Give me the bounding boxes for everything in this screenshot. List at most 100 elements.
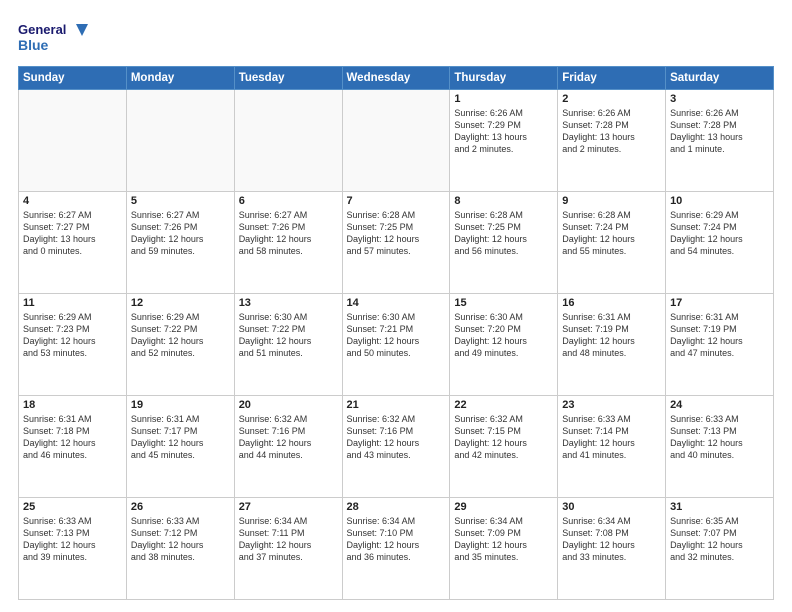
header: General Blue — [18, 18, 774, 56]
day-number: 14 — [347, 297, 446, 309]
day-number: 13 — [239, 297, 338, 309]
day-number: 25 — [23, 501, 122, 513]
calendar-cell: 18 Sunrise: 6:31 AM Sunset: 7:18 PM Dayli… — [19, 396, 127, 498]
calendar-cell: 11Sunrise: 6:29 AM Sunset: 7:23 PM Dayli… — [19, 294, 127, 396]
calendar-cell: 26 Sunrise: 6:33 AM Sunset: 7:12 PM Dayli… — [126, 498, 234, 600]
day-info: Sunrise: 6:31 AM Sunset: 7:18 PM Dayligh… — [23, 413, 122, 462]
day-info: Sunrise: 6:33 AM Sunset: 7:13 PM Dayligh… — [670, 413, 769, 462]
day-number: 11 — [23, 297, 122, 309]
calendar-cell: 25Sunrise: 6:33 AM Sunset: 7:13 PM Dayli… — [19, 498, 127, 600]
day-info: Sunrise: 6:28 AM Sunset: 7:24 PM Dayligh… — [562, 209, 661, 258]
calendar-cell — [342, 90, 450, 192]
calendar-header-friday: Friday — [558, 67, 666, 90]
calendar-cell: 15Sunrise: 6:30 AM Sunset: 7:20 PM Dayli… — [450, 294, 558, 396]
day-number: 6 — [239, 195, 338, 207]
calendar-header-tuesday: Tuesday — [234, 67, 342, 90]
day-info: Sunrise: 6:30 AM Sunset: 7:20 PM Dayligh… — [454, 311, 553, 360]
day-info: Sunrise: 6:34 AM Sunset: 7:08 PM Dayligh… — [562, 515, 661, 564]
day-number: 19 — [131, 399, 230, 411]
day-number: 10 — [670, 195, 769, 207]
day-number: 3 — [670, 93, 769, 105]
day-info: Sunrise: 6:34 AM Sunset: 7:11 PM Dayligh… — [239, 515, 338, 564]
day-number: 5 — [131, 195, 230, 207]
day-info: Sunrise: 6:31 AM Sunset: 7:19 PM Dayligh… — [562, 311, 661, 360]
day-info: Sunrise: 6:28 AM Sunset: 7:25 PM Dayligh… — [347, 209, 446, 258]
day-info: Sunrise: 6:32 AM Sunset: 7:15 PM Dayligh… — [454, 413, 553, 462]
calendar-cell: 16Sunrise: 6:31 AM Sunset: 7:19 PM Dayli… — [558, 294, 666, 396]
calendar-cell — [126, 90, 234, 192]
calendar-week-1: 1 Sunrise: 6:26 AM Sunset: 7:29 PM Daylig… — [19, 90, 774, 192]
calendar-table: SundayMondayTuesdayWednesdayThursdayFrid… — [18, 66, 774, 600]
day-number: 22 — [454, 399, 553, 411]
calendar-cell: 17Sunrise: 6:31 AM Sunset: 7:19 PM Dayli… — [666, 294, 774, 396]
svg-text:Blue: Blue — [18, 37, 49, 53]
calendar-cell: 30Sunrise: 6:34 AM Sunset: 7:08 PM Dayli… — [558, 498, 666, 600]
day-info: Sunrise: 6:26 AM Sunset: 7:28 PM Dayligh… — [670, 107, 769, 156]
day-info: Sunrise: 6:32 AM Sunset: 7:16 PM Dayligh… — [347, 413, 446, 462]
calendar-cell: 27 Sunrise: 6:34 AM Sunset: 7:11 PM Dayli… — [234, 498, 342, 600]
calendar-header-thursday: Thursday — [450, 67, 558, 90]
day-number: 7 — [347, 195, 446, 207]
calendar-week-5: 25Sunrise: 6:33 AM Sunset: 7:13 PM Dayli… — [19, 498, 774, 600]
calendar-cell: 3 Sunrise: 6:26 AM Sunset: 7:28 PM Daylig… — [666, 90, 774, 192]
calendar-cell: 1 Sunrise: 6:26 AM Sunset: 7:29 PM Daylig… — [450, 90, 558, 192]
calendar-cell: 12Sunrise: 6:29 AM Sunset: 7:22 PM Dayli… — [126, 294, 234, 396]
page: General Blue SundayMondayTuesdayWednesda… — [0, 0, 792, 612]
day-info: Sunrise: 6:34 AM Sunset: 7:10 PM Dayligh… — [347, 515, 446, 564]
day-number: 23 — [562, 399, 661, 411]
calendar-cell — [234, 90, 342, 192]
day-info: Sunrise: 6:33 AM Sunset: 7:14 PM Dayligh… — [562, 413, 661, 462]
day-number: 21 — [347, 399, 446, 411]
svg-text:General: General — [18, 22, 66, 37]
calendar-cell: 5 Sunrise: 6:27 AM Sunset: 7:26 PM Daylig… — [126, 192, 234, 294]
calendar-cell: 8Sunrise: 6:28 AM Sunset: 7:25 PM Daylig… — [450, 192, 558, 294]
day-info: Sunrise: 6:33 AM Sunset: 7:12 PM Dayligh… — [131, 515, 230, 564]
calendar-cell: 31 Sunrise: 6:35 AM Sunset: 7:07 PM Dayli… — [666, 498, 774, 600]
calendar-cell: 22 Sunrise: 6:32 AM Sunset: 7:15 PM Dayli… — [450, 396, 558, 498]
calendar-week-3: 11Sunrise: 6:29 AM Sunset: 7:23 PM Dayli… — [19, 294, 774, 396]
day-info: Sunrise: 6:26 AM Sunset: 7:29 PM Dayligh… — [454, 107, 553, 156]
calendar-header-sunday: Sunday — [19, 67, 127, 90]
day-number: 1 — [454, 93, 553, 105]
calendar-cell: 14 Sunrise: 6:30 AM Sunset: 7:21 PM Dayli… — [342, 294, 450, 396]
logo: General Blue — [18, 18, 88, 56]
day-number: 27 — [239, 501, 338, 513]
calendar-cell: 6 Sunrise: 6:27 AM Sunset: 7:26 PM Daylig… — [234, 192, 342, 294]
day-info: Sunrise: 6:28 AM Sunset: 7:25 PM Dayligh… — [454, 209, 553, 258]
calendar-cell: 21 Sunrise: 6:32 AM Sunset: 7:16 PM Dayli… — [342, 396, 450, 498]
calendar-week-4: 18 Sunrise: 6:31 AM Sunset: 7:18 PM Dayli… — [19, 396, 774, 498]
day-info: Sunrise: 6:31 AM Sunset: 7:19 PM Dayligh… — [670, 311, 769, 360]
calendar-week-2: 4 Sunrise: 6:27 AM Sunset: 7:27 PM Daylig… — [19, 192, 774, 294]
calendar-header-saturday: Saturday — [666, 67, 774, 90]
day-info: Sunrise: 6:30 AM Sunset: 7:22 PM Dayligh… — [239, 311, 338, 360]
calendar-cell: 2 Sunrise: 6:26 AM Sunset: 7:28 PM Daylig… — [558, 90, 666, 192]
day-number: 26 — [131, 501, 230, 513]
day-info: Sunrise: 6:27 AM Sunset: 7:27 PM Dayligh… — [23, 209, 122, 258]
calendar-cell: 29Sunrise: 6:34 AM Sunset: 7:09 PM Dayli… — [450, 498, 558, 600]
calendar-header-wednesday: Wednesday — [342, 67, 450, 90]
day-info: Sunrise: 6:27 AM Sunset: 7:26 PM Dayligh… — [239, 209, 338, 258]
day-number: 31 — [670, 501, 769, 513]
calendar-header-monday: Monday — [126, 67, 234, 90]
calendar-cell: 9 Sunrise: 6:28 AM Sunset: 7:24 PM Daylig… — [558, 192, 666, 294]
day-info: Sunrise: 6:29 AM Sunset: 7:24 PM Dayligh… — [670, 209, 769, 258]
calendar-cell: 19 Sunrise: 6:31 AM Sunset: 7:17 PM Dayli… — [126, 396, 234, 498]
day-number: 20 — [239, 399, 338, 411]
day-number: 12 — [131, 297, 230, 309]
day-info: Sunrise: 6:31 AM Sunset: 7:17 PM Dayligh… — [131, 413, 230, 462]
day-info: Sunrise: 6:26 AM Sunset: 7:28 PM Dayligh… — [562, 107, 661, 156]
calendar-cell: 23 Sunrise: 6:33 AM Sunset: 7:14 PM Dayli… — [558, 396, 666, 498]
day-number: 2 — [562, 93, 661, 105]
day-number: 9 — [562, 195, 661, 207]
calendar-header-row: SundayMondayTuesdayWednesdayThursdayFrid… — [19, 67, 774, 90]
day-info: Sunrise: 6:32 AM Sunset: 7:16 PM Dayligh… — [239, 413, 338, 462]
day-info: Sunrise: 6:30 AM Sunset: 7:21 PM Dayligh… — [347, 311, 446, 360]
day-number: 24 — [670, 399, 769, 411]
day-number: 18 — [23, 399, 122, 411]
day-info: Sunrise: 6:35 AM Sunset: 7:07 PM Dayligh… — [670, 515, 769, 564]
day-info: Sunrise: 6:27 AM Sunset: 7:26 PM Dayligh… — [131, 209, 230, 258]
calendar-cell: 7 Sunrise: 6:28 AM Sunset: 7:25 PM Daylig… — [342, 192, 450, 294]
calendar-cell: 13 Sunrise: 6:30 AM Sunset: 7:22 PM Dayli… — [234, 294, 342, 396]
day-number: 4 — [23, 195, 122, 207]
day-number: 29 — [454, 501, 553, 513]
